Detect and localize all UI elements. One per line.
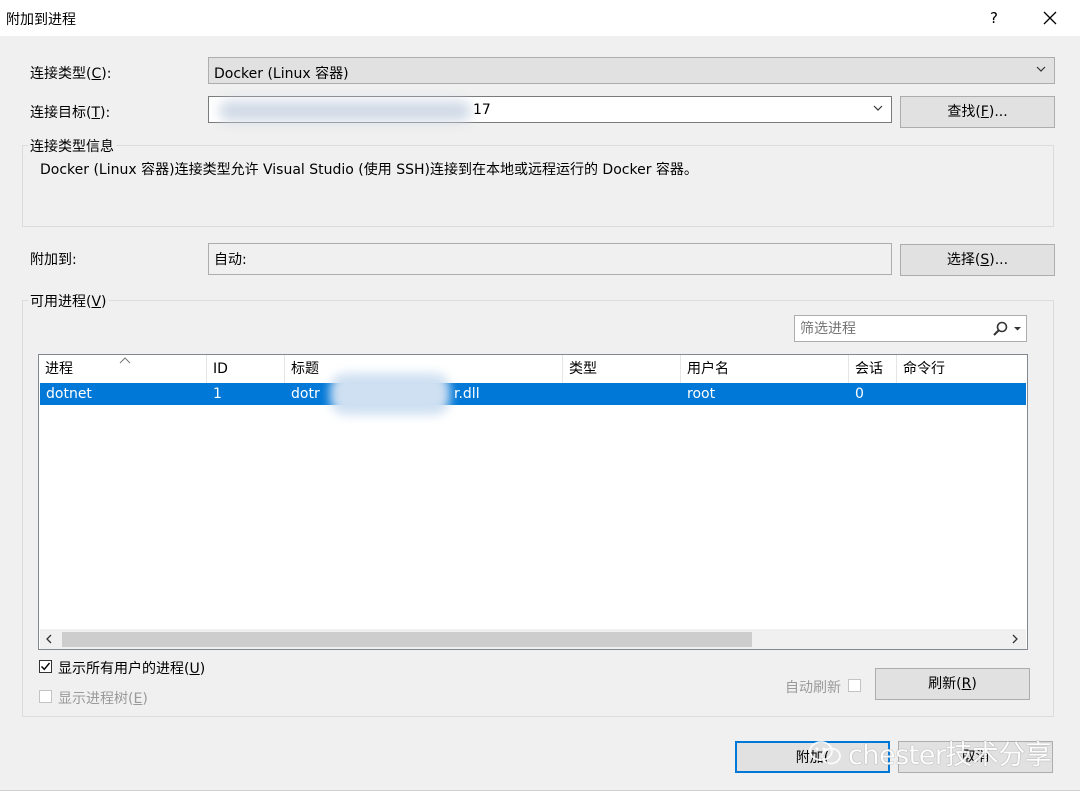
- auto-refresh-label: 自动刷新: [785, 680, 841, 696]
- help-button[interactable]: ?: [980, 4, 1008, 32]
- redacted-blur: [219, 101, 471, 121]
- watermark: chester技术分享: [808, 733, 1052, 772]
- cell-process: dotnet: [46, 386, 92, 402]
- connection-info-title: 连接类型信息: [28, 136, 116, 156]
- find-button[interactable]: 查找(F)...: [900, 96, 1055, 128]
- connection-info-group: [22, 145, 1054, 227]
- cell-type: [563, 383, 569, 405]
- filter-input[interactable]: [798, 319, 983, 338]
- connection-type-label: 连接类型(C):: [30, 66, 112, 82]
- refresh-button[interactable]: 刷新(R): [875, 668, 1030, 700]
- attach-to-field[interactable]: 自动:: [208, 243, 892, 275]
- connection-target-value: 17: [473, 102, 491, 118]
- auto-refresh-checkbox[interactable]: [848, 679, 861, 692]
- cell-title-start: dotr: [291, 386, 320, 402]
- wechat-logo-icon: [809, 740, 841, 764]
- connection-type-dropdown[interactable]: Docker (Linux 容器): [208, 57, 1055, 84]
- close-icon: [1043, 11, 1057, 25]
- column-header-session[interactable]: 会话: [849, 355, 897, 383]
- scroll-left-icon[interactable]: [44, 634, 54, 644]
- connection-target-input[interactable]: 17: [208, 96, 892, 123]
- bottom-edge: [0, 790, 1080, 796]
- attach-to-value: 自动:: [214, 252, 247, 268]
- cell-user: root: [687, 386, 716, 402]
- filter-box[interactable]: [794, 315, 1027, 342]
- search-icon[interactable]: [992, 321, 1010, 337]
- cell-session: 0: [855, 386, 864, 402]
- scroll-right-icon[interactable]: [1010, 634, 1020, 644]
- processes-group-title: 可用进程(V): [28, 291, 109, 311]
- chevron-down-icon: [1036, 66, 1046, 72]
- attach-to-label: 附加到:: [30, 252, 77, 268]
- sort-ascending-icon: [119, 357, 131, 364]
- show-all-users-label[interactable]: 显示所有用户的进程(U): [58, 658, 205, 678]
- column-header-user[interactable]: 用户名: [681, 355, 849, 383]
- table-row[interactable]: dotnet 1 dotr r.dll root 0: [40, 373, 1026, 415]
- scrollbar-thumb[interactable]: [62, 632, 752, 647]
- show-all-users-checkbox[interactable]: [39, 660, 52, 673]
- checkmark-icon: [41, 662, 51, 671]
- dropdown-arrow-icon[interactable]: [1013, 325, 1022, 333]
- redacted-blur: [330, 373, 450, 415]
- show-process-tree-label[interactable]: 显示进程树(E): [58, 688, 148, 708]
- close-button[interactable]: [1036, 4, 1064, 32]
- title-bar: [0, 0, 1080, 36]
- column-header-cmdline[interactable]: 命令行: [897, 355, 1027, 383]
- horizontal-scrollbar[interactable]: [40, 629, 1026, 649]
- chevron-down-icon: [873, 105, 883, 111]
- column-header-id[interactable]: ID: [207, 355, 285, 383]
- window-title: 附加到进程: [6, 12, 76, 28]
- connection-target-label: 连接目标(T):: [30, 105, 111, 121]
- watermark-text: chester技术分享: [848, 740, 1052, 771]
- connection-type-value: Docker (Linux 容器): [214, 66, 349, 82]
- show-process-tree-checkbox[interactable]: [39, 690, 52, 703]
- cell-cmdline: [897, 383, 903, 405]
- connection-info-text: Docker (Linux 容器)连接类型允许 Visual Studio (使…: [40, 162, 698, 178]
- cell-id: 1: [213, 386, 222, 402]
- column-header-type[interactable]: 类型: [563, 355, 681, 383]
- cell-title-end: r.dll: [454, 386, 480, 402]
- select-button[interactable]: 选择(S)...: [900, 244, 1055, 276]
- process-list[interactable]: 进程 ID 标题 类型 用户名 会话 命令行 dotnet 1 dotr r.d…: [38, 354, 1028, 650]
